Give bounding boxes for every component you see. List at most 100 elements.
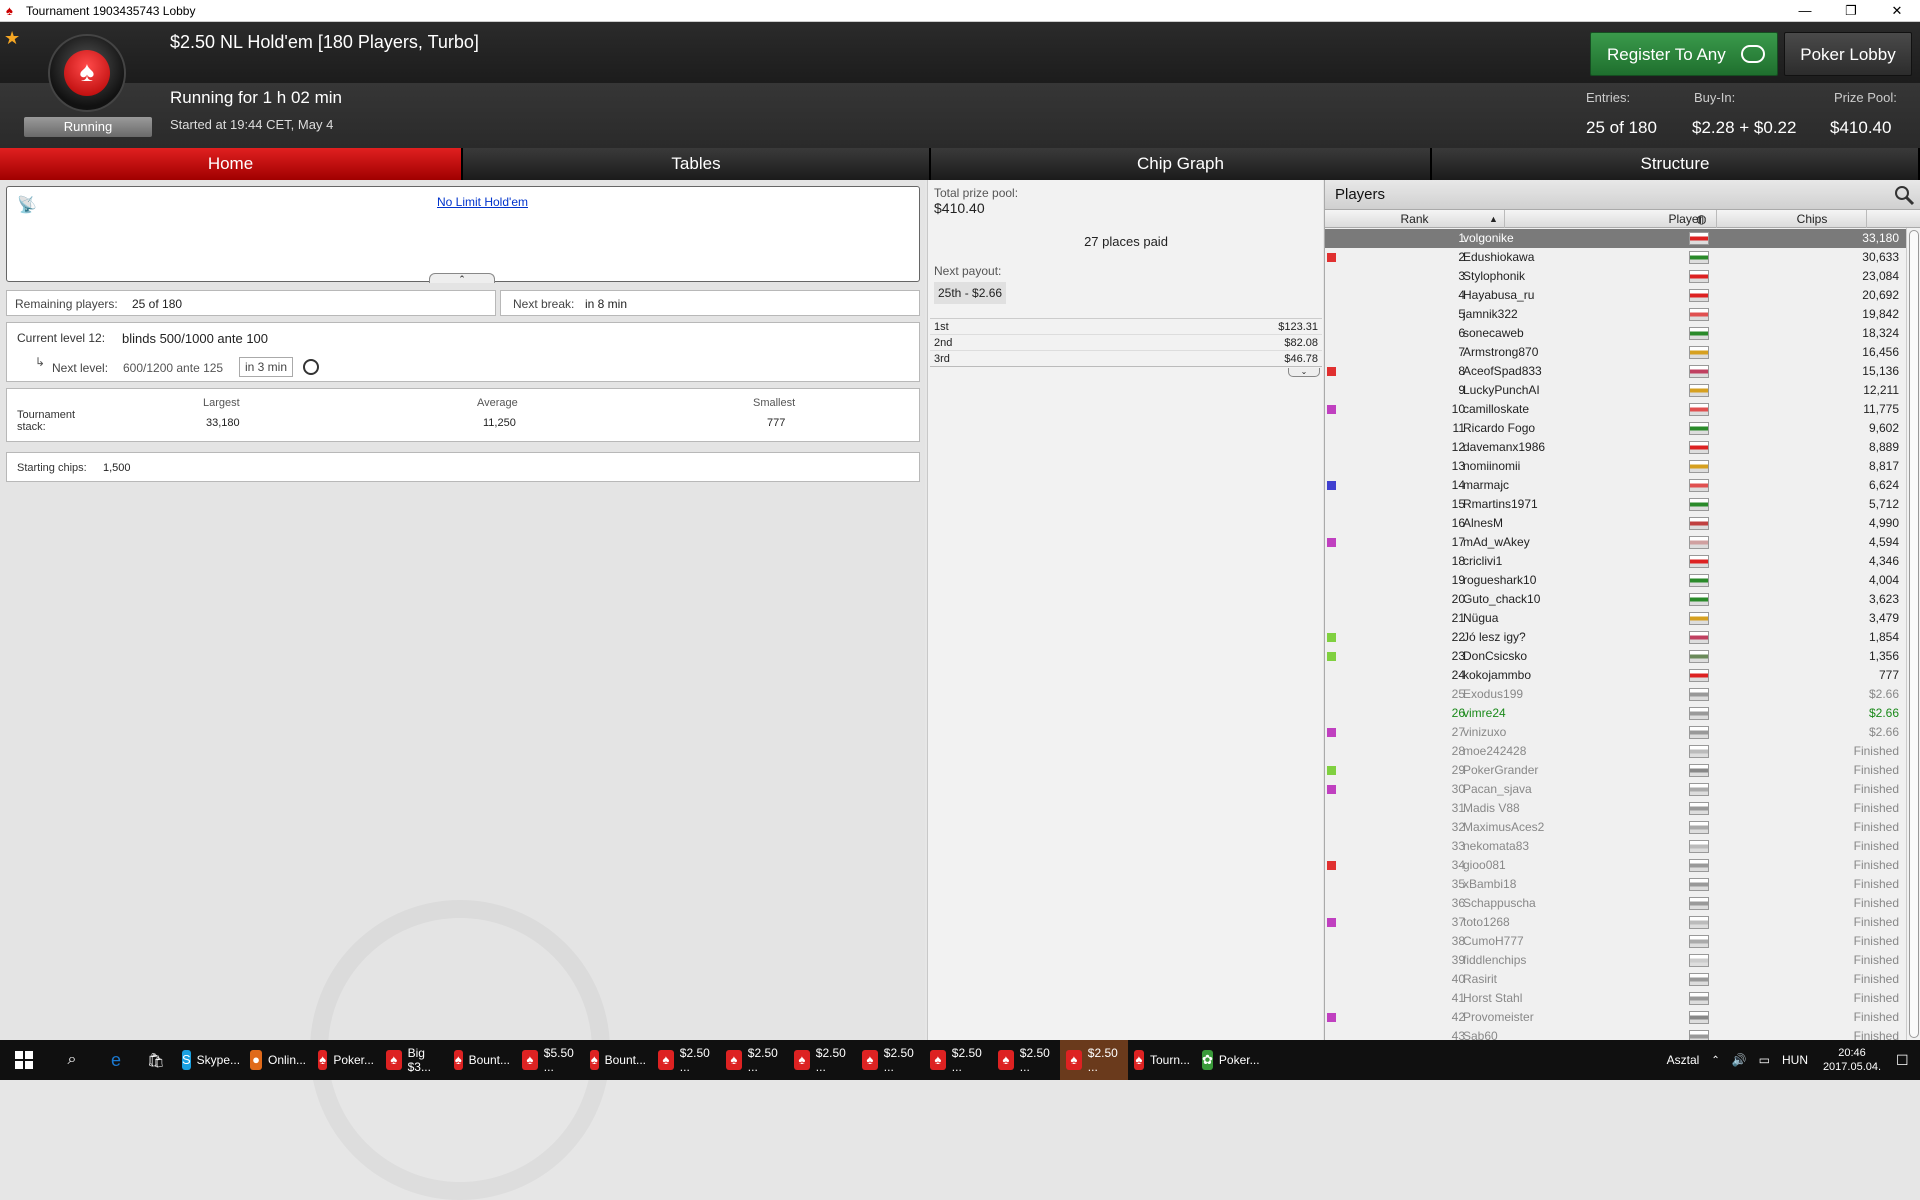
player-chips: 3,623 [1868,592,1899,606]
table-row[interactable]: 32 MaximusAces2 Finished [1325,818,1920,837]
restore-button[interactable]: ❐ [1828,0,1874,22]
table-row[interactable]: 26 vimre24 $2.66 [1325,704,1920,723]
search-taskbar-icon[interactable]: ⌕ [48,1040,96,1080]
table-row[interactable]: 6 sonecaweb 18,324 [1325,324,1920,343]
table-row[interactable]: 21 Nügua 3,479 [1325,609,1920,628]
col-chips[interactable]: Chips [1717,210,1907,228]
poker-lobby-button[interactable]: Poker Lobby [1784,32,1912,76]
taskbar-app-button[interactable]: ♠ Tourn... [1128,1040,1196,1080]
table-row[interactable]: 30 Pacan_sjava Finished [1325,780,1920,799]
table-row[interactable]: 31 Madis V88 Finished [1325,799,1920,818]
taskbar-app-button[interactable]: ♠ $2.50 ... [788,1040,856,1080]
taskbar-app-button[interactable]: ♠ $2.50 ... [720,1040,788,1080]
table-row[interactable]: 43 Sab60 Finished [1325,1027,1920,1040]
table-row[interactable]: 37 toto1268 Finished [1325,913,1920,932]
country-globe-icon[interactable]: ◍ [1687,210,1717,228]
taskbar-app-button[interactable]: ♠ Big $3... [380,1040,448,1080]
taskbar-app-button[interactable]: S Skype... [176,1040,244,1080]
table-row[interactable]: 16 AlnesM 4,990 [1325,514,1920,533]
table-row[interactable]: 1 volgonike 33,180 [1325,229,1920,248]
table-row[interactable]: 28 moe242428 Finished [1325,742,1920,761]
table-row[interactable]: 5 jamnik322 19,842 [1325,305,1920,324]
table-row[interactable]: 22 Jó lesz igy? 1,854 [1325,628,1920,647]
taskbar-app-button[interactable]: ♠ $2.50 ... [992,1040,1060,1080]
table-row[interactable]: 3 Stylophonik 23,084 [1325,267,1920,286]
language-indicator[interactable]: HUN [1776,1040,1814,1080]
table-row[interactable]: 9 LuckyPunchAI 12,211 [1325,381,1920,400]
table-row[interactable]: 10 camilloskate 11,775 [1325,400,1920,419]
taskbar-app-button[interactable]: ♠ Poker... [312,1040,380,1080]
volume-icon[interactable]: 🔊 [1726,1040,1753,1080]
taskbar-app-button[interactable]: ✿ Poker... [1196,1040,1264,1080]
taskbar-app-button[interactable]: ♠ $2.50 ... [924,1040,992,1080]
collapse-handle[interactable]: ⌃ [429,273,495,284]
scrollbar-thumb[interactable] [1909,230,1919,1038]
table-row[interactable]: 42 Provomeister Finished [1325,1008,1920,1027]
table-row[interactable]: 34 gioo081 Finished [1325,856,1920,875]
taskbar-app-button[interactable]: ● Onlin... [244,1040,312,1080]
table-row[interactable]: 24 kokojammbo 777 [1325,666,1920,685]
table-row[interactable]: 19 rogueshark10 4,004 [1325,571,1920,590]
table-row[interactable]: 13 nomiinomii 8,817 [1325,457,1920,476]
tab-structure[interactable]: Structure [1432,148,1920,180]
clock[interactable]: 20:46 2017.05.04. [1814,1040,1890,1080]
clock-time: 20:46 [1838,1047,1866,1059]
table-row[interactable]: 35 xBambi18 Finished [1325,875,1920,894]
taskbar-app-button[interactable]: ♠ Bount... [584,1040,652,1080]
table-row[interactable]: 11 Ricardo Fogo 9,602 [1325,419,1920,438]
taskbar-app-button[interactable]: ♠ $2.50 ... [652,1040,720,1080]
table-row[interactable]: 8 AceofSpad833 15,136 [1325,362,1920,381]
table-row[interactable]: 23 DonCsicsko 1,356 [1325,647,1920,666]
table-row[interactable]: 12 davemanx1986 8,889 [1325,438,1920,457]
players-scrollbar[interactable] [1906,228,1920,1040]
country-flag-icon [1689,460,1709,473]
close-button[interactable]: ✕ [1874,0,1920,22]
player-name: mAd_wAkey [1463,535,1530,549]
table-row[interactable]: 38 CumoH777 Finished [1325,932,1920,951]
table-row[interactable]: 17 mAd_wAkey 4,594 [1325,533,1920,552]
tab-home[interactable]: Home [0,148,463,180]
table-row[interactable]: 2 Edushiokawa 30,633 [1325,248,1920,267]
minimize-button[interactable]: — [1782,0,1828,22]
tab-chip-graph[interactable]: Chip Graph [931,148,1432,180]
expand-handle[interactable]: ⌄ [1288,368,1320,377]
edge-browser-icon[interactable]: e [96,1040,136,1080]
table-row[interactable]: 40 Rasirit Finished [1325,970,1920,989]
table-row[interactable]: 25 Exodus199 $2.66 [1325,685,1920,704]
store-icon[interactable]: 🛍 [136,1040,176,1080]
table-row[interactable]: 36 Schappuscha Finished [1325,894,1920,913]
table-row[interactable]: 4 Hayabusa_ru 20,692 [1325,286,1920,305]
desktop-toolbar[interactable]: Asztal [1661,1040,1706,1080]
table-row[interactable]: 15 Rmartins1971 5,712 [1325,495,1920,514]
player-name: CumoH777 [1463,934,1524,948]
country-flag-icon [1689,764,1709,777]
taskbar-app-button[interactable]: ♠ $5.50 ... [516,1040,584,1080]
player-chips: 30,633 [1862,250,1899,264]
taskbar-app-button[interactable]: ♠ $2.50 ... [856,1040,924,1080]
windows-start-icon[interactable] [0,1040,48,1080]
taskbar-app-label: Skype... [196,1053,241,1067]
table-row[interactable]: 7 Armstrong870 16,456 [1325,343,1920,362]
taskbar-app-button[interactable]: ♠ $2.50 ... [1060,1040,1128,1080]
table-row[interactable]: 33 nekomata83 Finished [1325,837,1920,856]
taskbar-app-button[interactable]: ♠ Bount... [448,1040,516,1080]
table-row[interactable]: 27 vinizuxo $2.66 [1325,723,1920,742]
game-type-link[interactable]: No Limit Hold'em [437,195,528,209]
network-icon[interactable]: ▭ [1753,1040,1776,1080]
notification-icon[interactable]: ☐ [1890,1040,1920,1080]
search-icon[interactable] [1893,184,1915,206]
table-row[interactable]: 14 marmajc 6,624 [1325,476,1920,495]
player-name: AceofSpad833 [1463,364,1542,378]
table-row[interactable]: 29 PokerGrander Finished [1325,761,1920,780]
table-row[interactable]: 18 criclivi1 4,346 [1325,552,1920,571]
col-rank[interactable]: Rank ▲ [1325,210,1505,228]
table-row[interactable]: 20 Guto_chack10 3,623 [1325,590,1920,609]
tab-tables[interactable]: Tables [463,148,931,180]
table-row[interactable]: 39 fiddlenchips Finished [1325,951,1920,970]
start-time: Started at 19:44 CET, May 4 [170,117,334,132]
chevron-up-icon[interactable]: ⌃ [1705,1040,1725,1080]
table-row[interactable]: 41 Horst Stahl Finished [1325,989,1920,1008]
app-icon: ♠ [658,1050,674,1070]
favorite-star-icon[interactable]: ★ [4,28,20,49]
register-to-any-button[interactable]: Register To Any [1590,32,1778,76]
